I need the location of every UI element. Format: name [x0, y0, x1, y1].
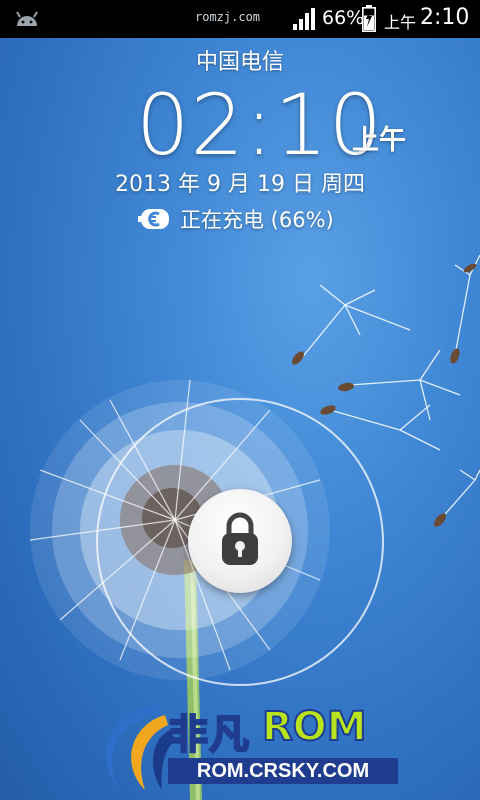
charging-plug-icon	[138, 209, 169, 229]
carrier-name: 中国电信	[195, 50, 284, 75]
statusbar-ampm: 上午	[384, 13, 417, 32]
android-icon	[16, 11, 38, 26]
lock-date: 2013 年 9 月 19 日 周四	[115, 172, 365, 197]
battery-charging-icon	[362, 5, 376, 32]
statusbar-watermark: romzj.com	[195, 10, 261, 24]
logo-url: ROM.CRSKY.COM	[168, 758, 398, 784]
lock-screen: romzj.com 66% 上午 2:10 中国电信 02:10 上午 2013…	[0, 0, 480, 800]
logo-brand-rom: ROM	[261, 703, 368, 751]
status-bar: romzj.com 66% 上午 2:10	[0, 0, 480, 38]
logo-brand-cn: 非凡	[167, 711, 250, 759]
charging-text: 正在充电 (66%)	[180, 208, 334, 232]
signal-bars-icon	[293, 8, 315, 30]
statusbar-time: 2:10	[420, 5, 470, 30]
charging-status: 正在充电 (66%)	[138, 204, 334, 234]
lock-clock-ampm: 上午	[352, 125, 406, 156]
unlock-handle[interactable]	[188, 489, 292, 593]
battery-percent: 66%	[322, 7, 365, 29]
lock-clock: 02:10	[136, 76, 384, 174]
padlock-icon	[222, 512, 258, 565]
